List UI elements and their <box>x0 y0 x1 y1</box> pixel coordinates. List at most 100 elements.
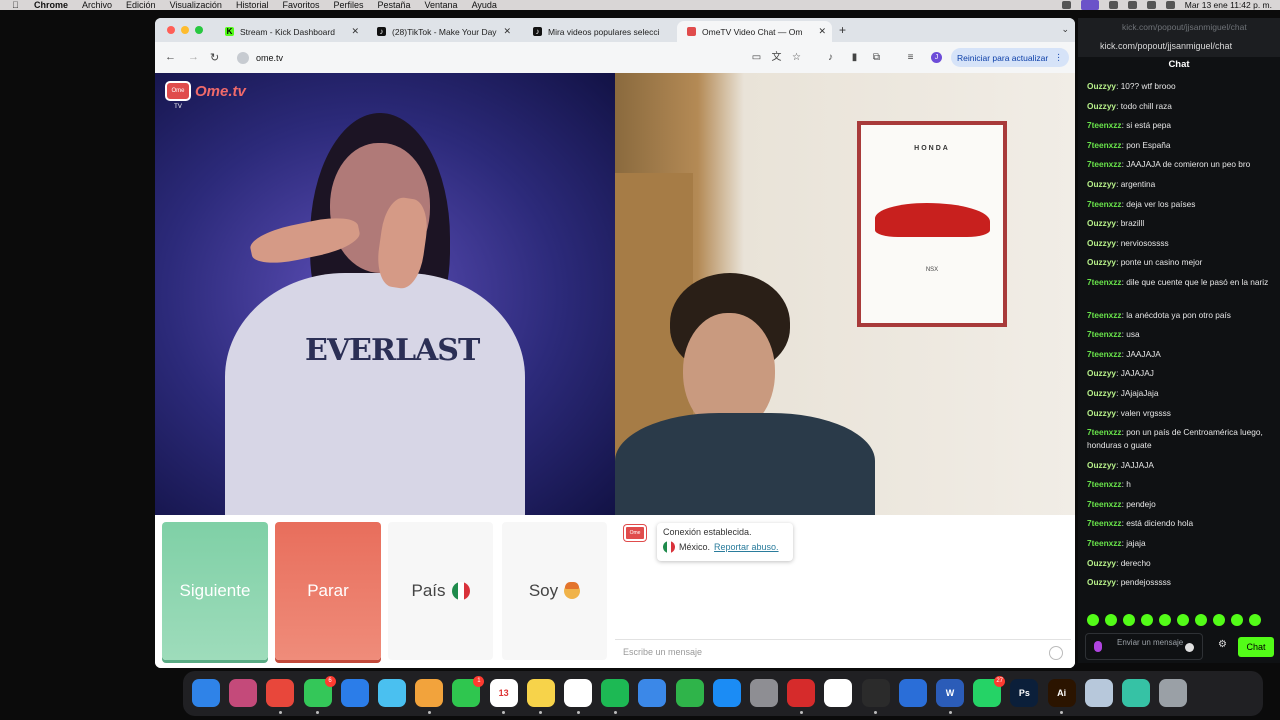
chat-username[interactable]: 7teenxzz <box>1087 159 1122 169</box>
extensions-puzzle-icon[interactable]: ⧉ <box>871 52 882 63</box>
emote-icon[interactable] <box>1195 614 1207 626</box>
maps-icon[interactable] <box>378 679 406 707</box>
menu-item[interactable]: Ventana <box>425 0 458 10</box>
obs-icon[interactable] <box>861 679 890 707</box>
settings-icon[interactable] <box>750 679 778 707</box>
chrome-icon[interactable] <box>266 679 295 707</box>
calendar-icon[interactable]: 13 <box>489 679 518 707</box>
screen-record-icon[interactable] <box>1080 0 1099 10</box>
close-window-button[interactable] <box>167 26 175 34</box>
numbers-icon[interactable] <box>675 679 704 707</box>
preview-icon[interactable] <box>1084 679 1113 707</box>
wifi-icon[interactable] <box>1127 1 1137 9</box>
chat-username[interactable]: Ouzzyy <box>1087 179 1116 189</box>
new-tab-icon[interactable]: + <box>839 23 846 37</box>
chat-username[interactable]: Ouzzyy <box>1087 81 1116 91</box>
menu-app-name[interactable]: Chrome <box>34 0 68 10</box>
spotify-icon[interactable] <box>601 679 630 707</box>
chat-username[interactable]: 7teenxzz <box>1087 140 1122 150</box>
message-input[interactable]: Escribe un mensaje <box>615 639 1071 664</box>
settings-gear-icon[interactable]: ⚙ <box>1218 640 1228 650</box>
tab-search-icon[interactable]: ⌄ <box>1061 24 1069 35</box>
emote-icon[interactable] <box>1231 614 1243 626</box>
chat-username[interactable]: 7teenxzz <box>1087 349 1122 359</box>
chat-username[interactable]: 7teenxzz <box>1087 199 1122 209</box>
launchpad-icon[interactable] <box>229 679 258 707</box>
photoshop-icon[interactable]: Ps <box>1010 679 1039 707</box>
chat-username[interactable]: 7teenxzz <box>1087 479 1122 489</box>
minimize-window-button[interactable] <box>181 26 189 34</box>
finder-icon[interactable] <box>192 679 220 707</box>
menu-item[interactable]: Favoritos <box>282 0 319 10</box>
emote-icon[interactable] <box>1105 614 1117 626</box>
emote-icon[interactable] <box>1087 614 1099 626</box>
close-tab-icon[interactable]: ✕ <box>818 26 826 37</box>
capcut-icon[interactable] <box>824 679 853 707</box>
chat-username[interactable]: Ouzzyy <box>1087 577 1116 587</box>
emote-icon[interactable] <box>1123 614 1135 626</box>
menu-item[interactable]: Archivo <box>82 0 112 10</box>
chat-username[interactable]: 7teenxzz <box>1087 538 1122 548</box>
chat-username[interactable]: 7teenxzz <box>1087 518 1122 528</box>
gender-button[interactable]: Soy <box>502 522 607 660</box>
menu-item[interactable]: Visualización <box>170 0 222 10</box>
xcode-sim-icon[interactable] <box>898 679 927 707</box>
battery-icon[interactable] <box>1108 1 1118 9</box>
menu-item[interactable]: Pestaña <box>377 0 410 10</box>
chat-username[interactable]: Ouzzyy <box>1087 408 1116 418</box>
next-button[interactable]: Siguiente <box>162 522 268 660</box>
apple-icon[interactable]:  <box>12 0 22 10</box>
appstore-icon[interactable] <box>712 679 741 707</box>
emote-icon[interactable] <box>1159 614 1171 626</box>
emoji-icon[interactable] <box>1185 643 1194 652</box>
menu-clock[interactable]: Mar 13 ene 11:42 p. m. <box>1185 0 1272 10</box>
tab-kick-dashboard[interactable]: K Stream - Kick Dashboard ✕ <box>215 21 365 42</box>
emote-icon[interactable] <box>1141 614 1153 626</box>
menu-item[interactable]: Historial <box>236 0 269 10</box>
media-controls-icon[interactable]: ≡ <box>905 52 916 63</box>
chat-username[interactable]: Ouzzyy <box>1087 388 1116 398</box>
chat-username[interactable]: 7teenxzz <box>1087 277 1122 287</box>
chat-username[interactable]: 7teenxzz <box>1087 427 1122 437</box>
mail-icon[interactable] <box>340 679 369 707</box>
chat-username[interactable]: Ouzzyy <box>1087 101 1116 111</box>
tab-tiktok[interactable]: ♪ (28)TikTok - Make Your Day ✕ <box>367 21 517 42</box>
ometv-logo[interactable]: Ome TV Ome.tv <box>165 81 246 110</box>
stop-button[interactable]: Parar <box>275 522 381 660</box>
zoom-window-button[interactable] <box>195 26 203 34</box>
chat-username[interactable]: 7teenxzz <box>1087 310 1122 320</box>
site-info-icon[interactable] <box>237 52 249 64</box>
bookmark-star-icon[interactable]: ☆ <box>791 52 802 63</box>
relaunch-to-update-button[interactable]: Reiniciar para actualizar ⋮ <box>951 48 1069 67</box>
translate-icon[interactable]: 文 <box>771 52 782 63</box>
emote-icon[interactable] <box>1177 614 1189 626</box>
control-center-icon[interactable] <box>1165 1 1175 9</box>
chat-username[interactable]: Ouzzyy <box>1087 558 1116 568</box>
chat-username[interactable]: Ouzzyy <box>1087 368 1116 378</box>
emoji-icon[interactable] <box>1049 646 1063 660</box>
tab-tiktok-popular[interactable]: ♪ Mira videos populares selecci <box>523 21 673 42</box>
chat-username[interactable]: Ouzzyy <box>1087 460 1116 470</box>
close-tab-icon[interactable]: ✕ <box>503 26 511 37</box>
kick-url[interactable]: kick.com/popout/jjsanmiguel/chat <box>1078 35 1280 57</box>
send-chat-button[interactable]: Chat <box>1238 637 1274 657</box>
microphone-icon[interactable] <box>1094 641 1102 652</box>
chat-username[interactable]: Ouzzyy <box>1087 257 1116 267</box>
tab-ometv[interactable]: OmeTV Video Chat — Om ✕ <box>677 21 832 42</box>
keynote-icon[interactable] <box>638 679 667 707</box>
report-abuse-link[interactable]: Reportar abuso. <box>714 542 779 552</box>
profile-avatar[interactable]: J <box>931 52 942 63</box>
reload-icon[interactable]: ↻ <box>210 51 219 64</box>
illustrator-icon[interactable]: Ai <box>1047 679 1076 707</box>
cast-icon[interactable]: ▭ <box>751 52 762 63</box>
chat-username[interactable]: Ouzzyy <box>1087 218 1116 228</box>
emote-icon[interactable] <box>1249 614 1261 626</box>
media-volume-icon[interactable]: ♪ <box>825 52 836 63</box>
chat-username[interactable]: 7teenxzz <box>1087 329 1122 339</box>
close-tab-icon[interactable]: ✕ <box>351 26 359 37</box>
freeform-icon[interactable] <box>564 679 592 707</box>
back-icon[interactable]: ← <box>165 51 176 63</box>
photobooth-icon[interactable] <box>787 679 816 707</box>
chat-username[interactable]: 7teenxzz <box>1087 120 1122 130</box>
robinhood-icon[interactable] <box>1122 679 1150 707</box>
